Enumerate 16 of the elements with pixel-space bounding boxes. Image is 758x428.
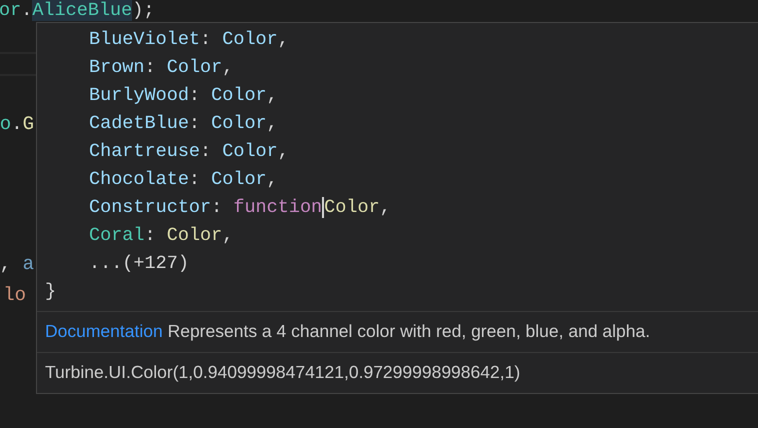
code-line: CadetBlue: Color, <box>88 112 279 136</box>
code-line: Chartreuse: Color, <box>88 140 290 164</box>
code-line: Constructor: function Color, <box>88 196 392 220</box>
documentation-text: Documentation Represents a 4 channel color with red, green, blue, and alpha. <box>45 321 650 341</box>
documentation-link[interactable]: Documentation <box>45 321 163 341</box>
code-line: ...(+127) <box>88 252 190 276</box>
code-fragment: lo <box>3 283 26 308</box>
code-fragment: , a <box>0 252 34 277</box>
closing-brace: } <box>44 280 58 304</box>
code-line: BlueViolet: Color, <box>88 28 290 52</box>
code-line: Chocolate: Color, <box>88 168 279 192</box>
color-value: Turbine.UI.Color(1,0.94099998474121,0.97299998998642,1) <box>45 362 520 382</box>
code-line: Coral: Color, <box>88 224 234 248</box>
code-fragment: o.G <box>0 112 34 137</box>
code-line: BurlyWood: Color, <box>88 84 279 108</box>
code-line: Brown: Color, <box>88 56 234 80</box>
